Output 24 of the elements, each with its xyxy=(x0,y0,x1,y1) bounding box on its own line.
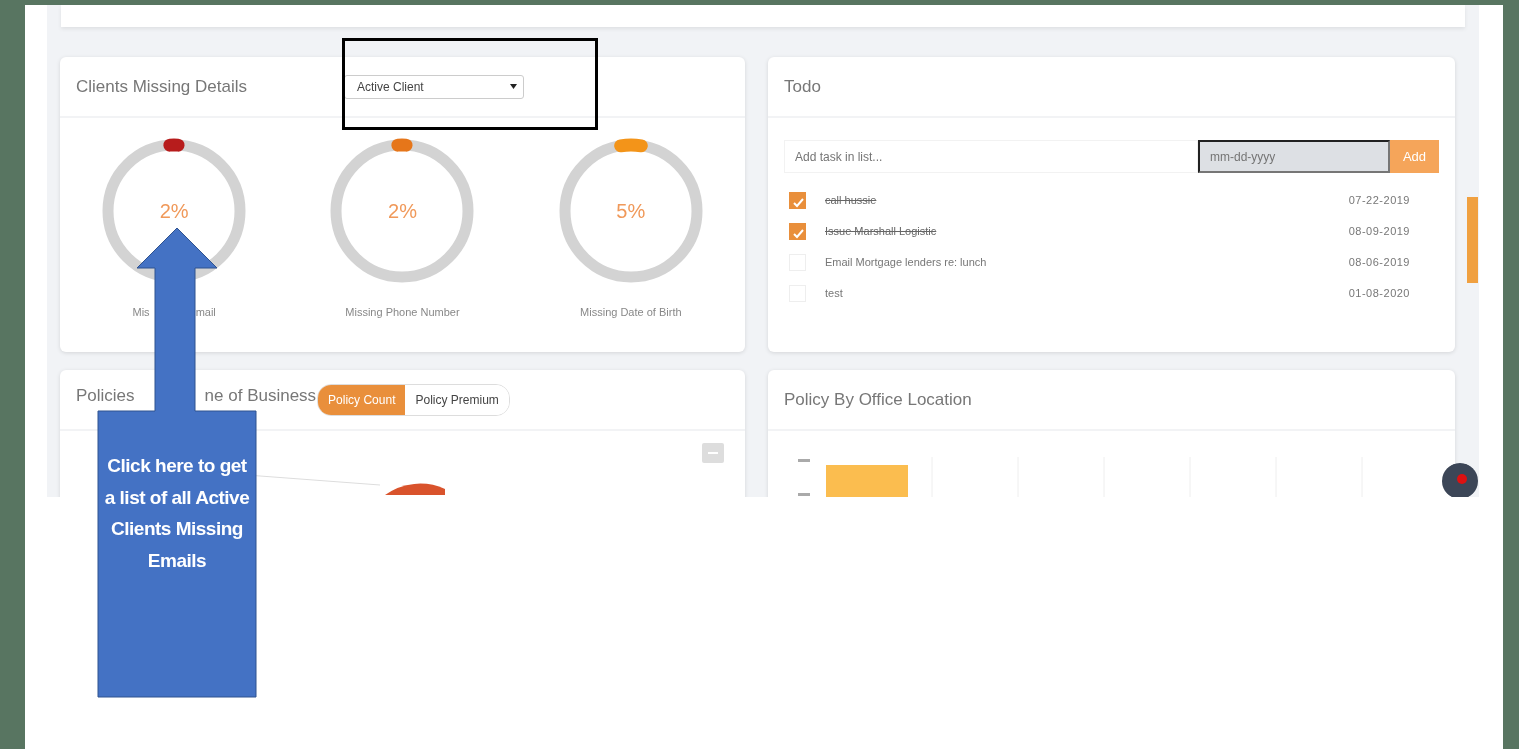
gauge-label: mail xyxy=(195,305,216,320)
gauge-label: Missing Phone Number xyxy=(345,305,460,320)
gauge-value: 2% xyxy=(159,199,189,224)
todo-date: 01-08-2020 xyxy=(1348,286,1410,302)
client-filter-dropdown[interactable]: Active Client xyxy=(344,74,524,99)
todo-date: 08-06-2019 xyxy=(1348,255,1410,271)
todo-date: 08-09-2019 xyxy=(1348,224,1410,240)
task-input-field[interactable]: Add task in list... xyxy=(784,140,1198,173)
gauge-value: 5% xyxy=(616,199,646,224)
todo-text: test xyxy=(825,286,843,302)
gauge-label: Missing Date of Birth xyxy=(580,305,682,320)
gauge-label: Mis xyxy=(132,305,150,320)
todo-date: 07-22-2019 xyxy=(1348,193,1410,209)
date-input-field[interactable]: mm-dd-yyyy xyxy=(1198,140,1390,173)
card-title: Clients Missing Details xyxy=(76,75,247,98)
gauge-value: 2% xyxy=(388,199,417,224)
card-title: Policies xyxy=(76,384,135,407)
todo-text: Issue Marshall Logistic xyxy=(825,224,937,240)
todo-text: call hussie xyxy=(825,193,877,209)
card-title: ne of Business xyxy=(204,384,317,407)
card-title: Todo xyxy=(784,75,821,98)
card-title: Policy By Office Location xyxy=(784,388,972,411)
todo-text: Email Mortgage lenders re: lunch xyxy=(825,255,987,271)
callout-text: Click here to get a list of all Active Clients Missing Emails xyxy=(104,454,250,573)
